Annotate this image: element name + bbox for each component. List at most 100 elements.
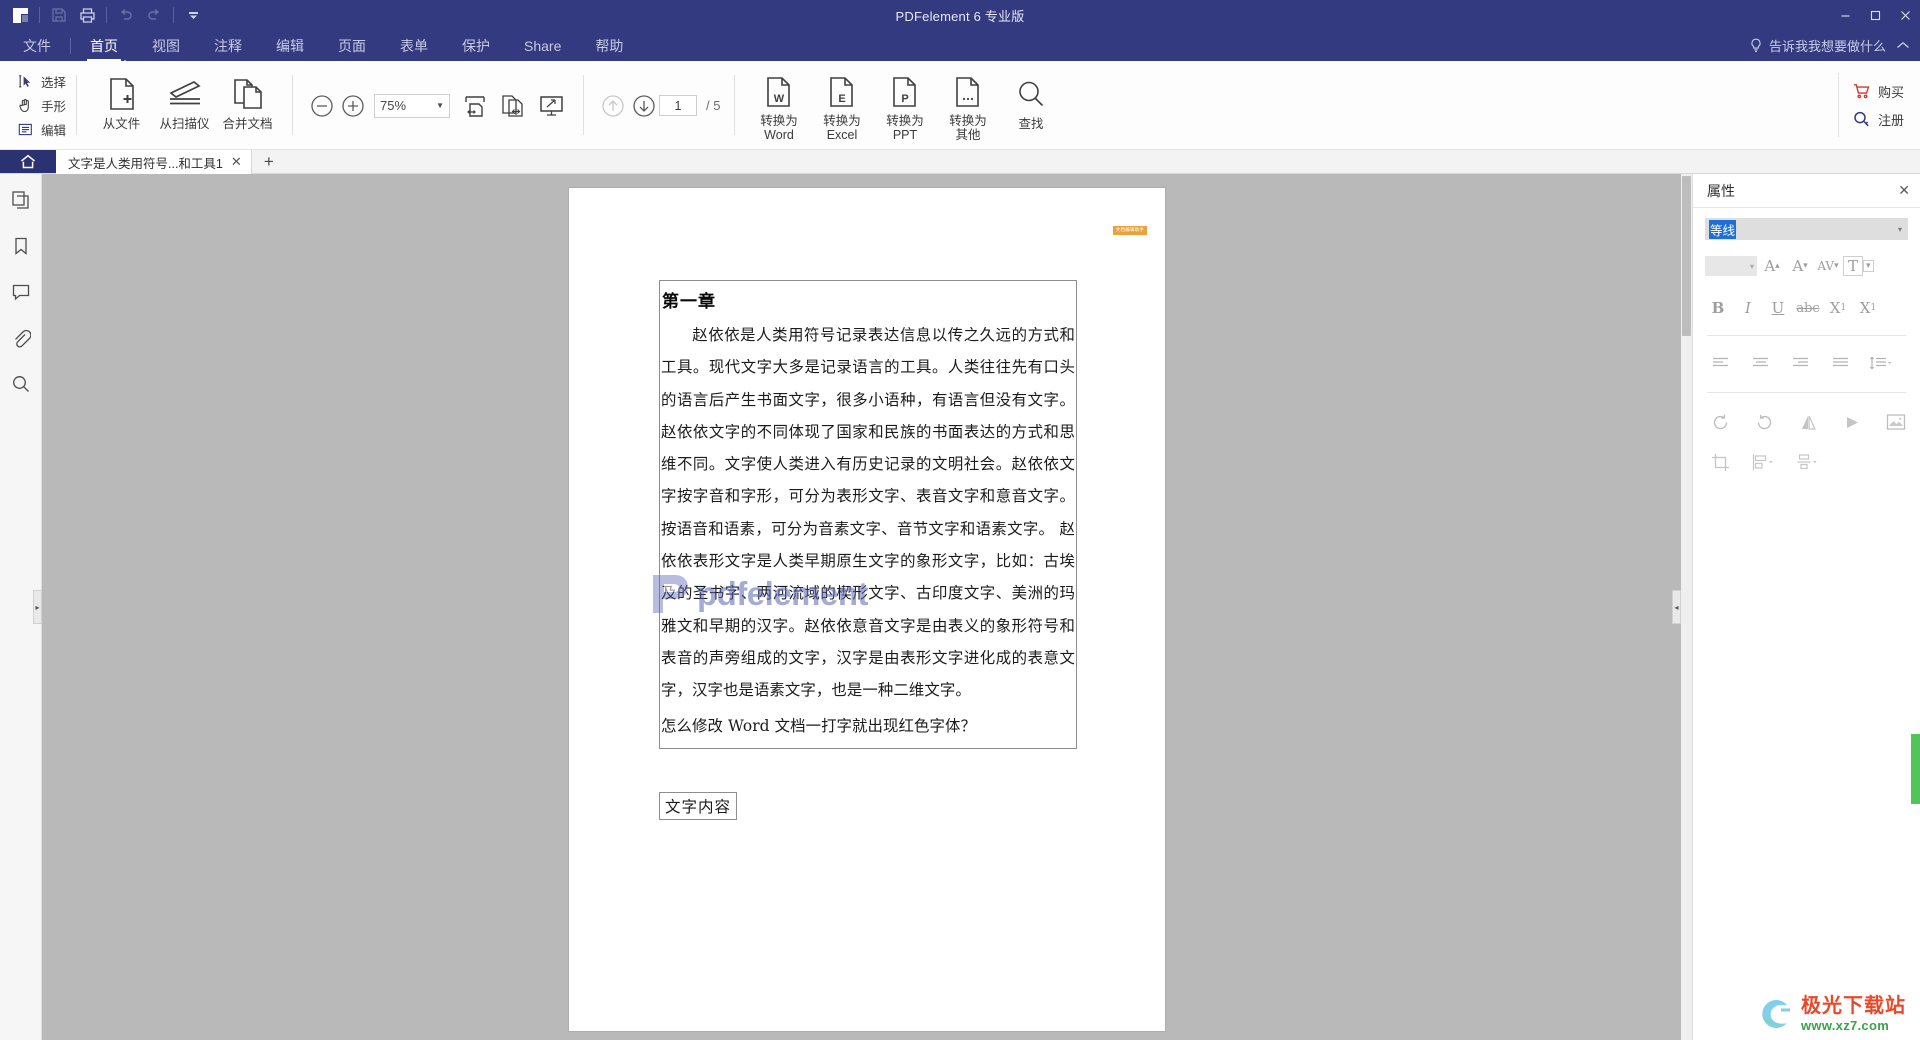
body-paragraph-text: 赵依依是人类用符号记录表达信息以传之久远的方式和工具。现代文字大多是记录语言的工…	[661, 326, 1075, 700]
fullscreen-icon[interactable]	[532, 87, 570, 125]
menu-item-page[interactable]: 页面	[321, 30, 383, 61]
object-tools-row-2	[1705, 449, 1908, 475]
replace-image-icon[interactable]	[1883, 409, 1909, 435]
print-icon[interactable]	[73, 2, 101, 28]
align-justify-icon[interactable]	[1827, 350, 1853, 376]
next-page-icon[interactable]	[628, 90, 659, 121]
line-spacing-icon[interactable]	[1867, 350, 1893, 376]
tool-select[interactable]: 选择	[14, 71, 72, 92]
distribute-objects-icon[interactable]	[1795, 449, 1821, 475]
align-center-icon[interactable]	[1747, 350, 1773, 376]
zoom-out-icon[interactable]	[306, 90, 337, 121]
scanner-icon	[167, 76, 203, 112]
crop-icon[interactable]	[1707, 449, 1733, 475]
text-box-content[interactable]: 文字内容	[659, 792, 738, 820]
menu-item-file[interactable]: 文件	[6, 30, 68, 61]
menu-item-comment[interactable]: 注释	[197, 30, 259, 61]
rotate-left-icon[interactable]	[1707, 409, 1733, 435]
menu-item-edit[interactable]: 编辑	[259, 30, 321, 61]
menu-item-view[interactable]: 视图	[135, 30, 197, 61]
bold-icon[interactable]: B	[1705, 295, 1731, 321]
convert-other-line2: 其他	[955, 127, 981, 142]
previous-page-icon[interactable]	[597, 90, 628, 121]
text-box-icon[interactable]: T ▾	[1843, 253, 1874, 279]
convert-word-line1: 转换为	[760, 113, 798, 128]
flip-vertical-icon[interactable]	[1795, 409, 1821, 435]
close-button[interactable]	[1890, 0, 1920, 30]
convert-to-ppt-button[interactable]: P 转换为 PPT	[874, 70, 937, 142]
strikethrough-icon[interactable]: abc	[1795, 295, 1821, 321]
convert-to-excel-button[interactable]: E 转换为 Excel	[811, 70, 874, 142]
home-tab[interactable]	[0, 150, 56, 173]
menu-item-help[interactable]: 帮助	[578, 30, 640, 61]
redo-icon[interactable]	[140, 2, 168, 28]
document-stamp: 文档编辑助手	[1112, 226, 1147, 235]
merge-documents-button[interactable]: 合并文档	[216, 70, 279, 142]
subscript-icon[interactable]: X1	[1855, 295, 1881, 321]
menu-item-home[interactable]: 首页	[73, 30, 135, 61]
search-icon[interactable]	[5, 368, 37, 400]
customize-caret-icon[interactable]	[179, 2, 207, 28]
superscript-icon[interactable]: X1	[1825, 295, 1851, 321]
app-logo-icon[interactable]	[6, 2, 34, 28]
comment-icon[interactable]	[5, 276, 37, 308]
save-icon[interactable]	[45, 2, 73, 28]
file-plus-icon	[106, 76, 138, 112]
close-icon[interactable]: ✕	[1898, 182, 1910, 199]
scrollbar-thumb[interactable]	[1682, 176, 1691, 336]
zoom-level-select[interactable]: 75% ▼	[374, 93, 451, 118]
new-tab-button[interactable]: +	[252, 150, 286, 173]
text-block-selected[interactable]: 第一章 赵依依是人类用符号记录表达信息以传之久远的方式和工具。现代文字大多是记录…	[659, 280, 1077, 749]
left-sidebar: ▸	[0, 174, 42, 1040]
menu-item-share[interactable]: Share	[507, 30, 578, 61]
align-objects-icon[interactable]	[1751, 449, 1777, 475]
search-button[interactable]: 查找	[1000, 70, 1063, 142]
align-left-icon[interactable]	[1707, 350, 1733, 376]
bookmark-icon[interactable]	[5, 230, 37, 262]
window-controls	[1830, 0, 1920, 30]
brand-name: 极光下载站	[1801, 995, 1906, 1017]
properties-expand-handle[interactable]: ◂	[1672, 590, 1681, 624]
pan-page-icon[interactable]	[494, 87, 532, 125]
undo-icon[interactable]	[112, 2, 140, 28]
decrease-font-size-icon[interactable]: A ▾	[1787, 253, 1813, 279]
page-number-input[interactable]: 1	[659, 95, 698, 116]
register-button[interactable]: 注册	[1853, 110, 1904, 129]
attachment-icon[interactable]	[5, 322, 37, 354]
font-family-select[interactable]: 等线 ▾	[1705, 218, 1908, 240]
convert-to-word-button[interactable]: W 转换为 Word	[748, 70, 811, 142]
merge-documents-label: 合并文档	[222, 116, 273, 131]
ribbon-collapse-icon[interactable]	[1896, 30, 1920, 61]
viewer-scrollbar[interactable]	[1681, 174, 1692, 1040]
minimize-button[interactable]	[1830, 0, 1860, 30]
maximize-button[interactable]	[1860, 0, 1890, 30]
rotate-right-icon[interactable]	[1751, 409, 1777, 435]
close-icon[interactable]: ✕	[231, 154, 242, 170]
menu-item-protect[interactable]: 保护	[445, 30, 507, 61]
font-size-select[interactable]: ▾	[1705, 256, 1757, 276]
italic-icon[interactable]: I	[1735, 295, 1761, 321]
ribbon-toolbar: 选择 手形 编辑 从文件 从扫描仪 合并文档 75% ▼ 1 / 5 W 转换为…	[0, 60, 1920, 150]
underline-icon[interactable]: U	[1765, 295, 1791, 321]
font-family-value: 等线	[1709, 219, 1737, 239]
character-spacing-icon[interactable]: AV ▾	[1815, 253, 1841, 279]
pages-thumbnail-icon[interactable]	[5, 184, 37, 216]
zoom-in-icon[interactable]	[337, 90, 368, 121]
document-tab[interactable]: 文字是人类用符号...和工具1 ✕	[56, 150, 252, 174]
buy-button[interactable]: 购买	[1853, 82, 1904, 101]
tell-me-search[interactable]: 告诉我我想要做什么	[1749, 30, 1896, 61]
increase-font-size-icon[interactable]: A ▴	[1759, 253, 1785, 279]
create-from-scanner-button[interactable]: 从扫描仪	[153, 70, 216, 142]
create-from-file-button[interactable]: 从文件	[90, 70, 153, 142]
convert-to-other-button[interactable]: 转换为 其他	[937, 70, 1000, 142]
convert-excel-icon: E	[828, 76, 856, 109]
flip-horizontal-icon[interactable]	[1839, 409, 1865, 435]
convert-to-ppt-label: 转换为 PPT	[886, 114, 924, 142]
tool-edit[interactable]: 编辑	[14, 119, 72, 140]
tool-hand[interactable]: 手形	[14, 95, 72, 116]
properties-scrollbar[interactable]	[1911, 734, 1920, 804]
fit-width-icon[interactable]	[456, 87, 494, 125]
align-right-icon[interactable]	[1787, 350, 1813, 376]
sidebar-expand-handle[interactable]: ▸	[33, 590, 42, 624]
menu-item-form[interactable]: 表单	[383, 30, 445, 61]
